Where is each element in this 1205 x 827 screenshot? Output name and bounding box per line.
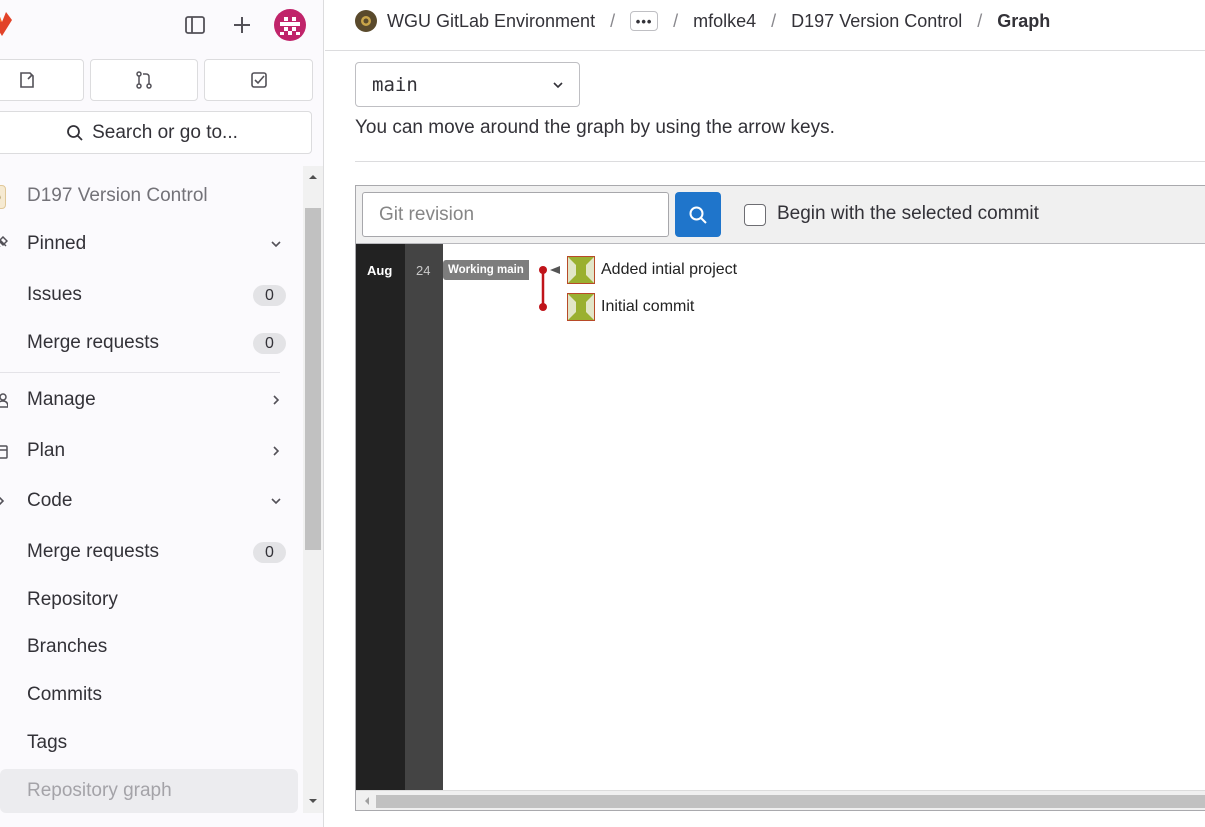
chevron-right-icon [268, 443, 284, 459]
breadcrumb-current-page[interactable]: Graph [997, 11, 1050, 32]
issues-icon [17, 70, 37, 90]
toggle-sidebar-icon[interactable] [181, 11, 209, 39]
sidebar-item-label: Tags [27, 732, 68, 753]
project-avatar: D [0, 185, 6, 209]
breadcrumb-separator: / [771, 10, 777, 31]
count-badge: 0 [253, 542, 286, 563]
sidebar-item-merge-requests-pinned[interactable]: Merge requests 0 [0, 323, 298, 363]
chevron-down-icon [268, 493, 284, 509]
commit-dot[interactable] [539, 303, 547, 311]
issues-tile-button[interactable] [0, 59, 84, 101]
graph-toolbar: Begin with the selected commit [356, 186, 1205, 244]
sidebar-item-label: Manage [27, 389, 96, 410]
sidebar-item-label: Commits [27, 684, 102, 705]
repository-graph: Begin with the selected commit Aug 24 Wo… [355, 185, 1205, 811]
sidebar-item-branches[interactable]: Branches [0, 627, 298, 667]
scroll-left-arrow-icon[interactable] [361, 795, 373, 807]
sidebar-item-label: Repository [27, 589, 118, 610]
sidebar-item-repository-graph[interactable]: Repository graph [0, 769, 298, 813]
sidebar-item-plan[interactable]: Plan [0, 431, 298, 471]
pinned-label: Pinned [27, 233, 87, 254]
begin-with-selected-commit-checkbox[interactable] [744, 204, 766, 226]
scroll-up-arrow-icon[interactable] [306, 170, 320, 184]
ref-selector-dropdown[interactable]: main [355, 62, 580, 107]
breadcrumb-ellipsis-button[interactable]: ••• [630, 11, 659, 31]
commit-message[interactable]: Added intial project [601, 261, 737, 279]
chevron-down-icon [551, 78, 565, 92]
sidebar-item-label: Code [27, 490, 73, 511]
breadcrumb-user[interactable]: mfolke4 [693, 11, 756, 32]
organization-icon [355, 10, 377, 32]
pinned-section-toggle[interactable]: Pinned [0, 224, 298, 264]
sidebar-item-label: Merge requests [27, 541, 160, 562]
sidebar-item-label: Merge requests [27, 332, 160, 353]
gitlab-logo-icon[interactable] [0, 10, 14, 38]
search-button[interactable]: Search or go to... [0, 111, 312, 154]
sidebar-item-label: Branches [27, 636, 108, 657]
commit-author-avatar [567, 293, 595, 321]
month-column: Aug [356, 244, 405, 790]
sidebar-item-merge-requests[interactable]: Merge requests 0 [0, 532, 298, 572]
breadcrumb-org[interactable]: WGU GitLab Environment [387, 11, 595, 32]
count-badge: 0 [253, 285, 286, 306]
commit-dot[interactable] [539, 266, 547, 274]
merge-request-icon [134, 70, 154, 90]
sidebar-item-code[interactable]: Code [0, 481, 298, 521]
breadcrumb-separator: / [610, 10, 616, 31]
chevron-down-icon [268, 236, 284, 252]
graph-help-text: You can move around the graph by using t… [355, 117, 835, 138]
graph-scroll-thumb[interactable] [376, 795, 1205, 808]
checkbox-label: Begin with the selected commit [777, 203, 1039, 224]
sidebar-item-label: Plan [27, 440, 66, 461]
commit-graph-lines [519, 266, 560, 311]
content-divider [355, 161, 1205, 162]
search-label: Search or go to... [92, 121, 238, 143]
calendar-icon [0, 443, 8, 459]
search-icon [66, 124, 84, 142]
chevron-right-icon [268, 392, 284, 408]
breadcrumb-separator: / [977, 10, 983, 31]
commit-row[interactable]: Added intial project [567, 256, 737, 284]
sidebar-item-label: Issues [27, 284, 82, 305]
breadcrumb: WGU GitLab Environment / ••• / mfolke4 /… [355, 0, 1050, 42]
users-icon [0, 392, 8, 408]
project-link[interactable]: D D197 Version Control [0, 176, 298, 216]
sidebar-item-commits[interactable]: Commits [0, 675, 298, 715]
sidebar-item-issues[interactable]: Issues 0 [0, 275, 298, 315]
header-divider [325, 50, 1205, 51]
merge-requests-tile-button[interactable] [90, 59, 198, 101]
todo-checkbox-icon [249, 70, 269, 90]
day-column: 24 [405, 244, 443, 790]
count-badge: 0 [253, 333, 286, 354]
head-pointer-icon [550, 266, 560, 274]
commit-author-avatar [567, 256, 595, 284]
sidebar-item-label: Repository graph [27, 780, 172, 801]
graph-horizontal-scrollbar[interactable] [356, 790, 1205, 810]
sidebar-item-repository[interactable]: Repository [0, 580, 298, 620]
breadcrumb-project[interactable]: D197 Version Control [791, 11, 962, 32]
branch-tag[interactable]: Working main [443, 260, 529, 280]
commit-row[interactable]: Initial commit [567, 293, 694, 321]
sidebar: Search or go to... D D197 Version Contro… [0, 0, 324, 827]
git-revision-input[interactable] [362, 192, 669, 237]
search-icon [688, 205, 708, 225]
pin-icon [0, 236, 8, 252]
breadcrumb-separator: / [673, 10, 679, 31]
code-icon [0, 493, 8, 509]
ref-selector-value: main [372, 73, 418, 96]
sidebar-scroll-thumb[interactable] [305, 208, 321, 550]
project-name: D197 Version Control [27, 185, 208, 206]
nav-divider [0, 372, 280, 373]
commit-message[interactable]: Initial commit [601, 298, 694, 316]
sidebar-item-tags[interactable]: Tags [0, 723, 298, 763]
revision-search-button[interactable] [675, 192, 721, 237]
scroll-down-arrow-icon[interactable] [306, 794, 320, 808]
user-avatar[interactable] [274, 9, 306, 41]
todo-tile-button[interactable] [204, 59, 313, 101]
create-new-icon[interactable] [228, 11, 256, 39]
sidebar-item-manage[interactable]: Manage [0, 380, 298, 420]
project-nav: D D197 Version Control Pinned Issues 0 M… [0, 166, 303, 827]
